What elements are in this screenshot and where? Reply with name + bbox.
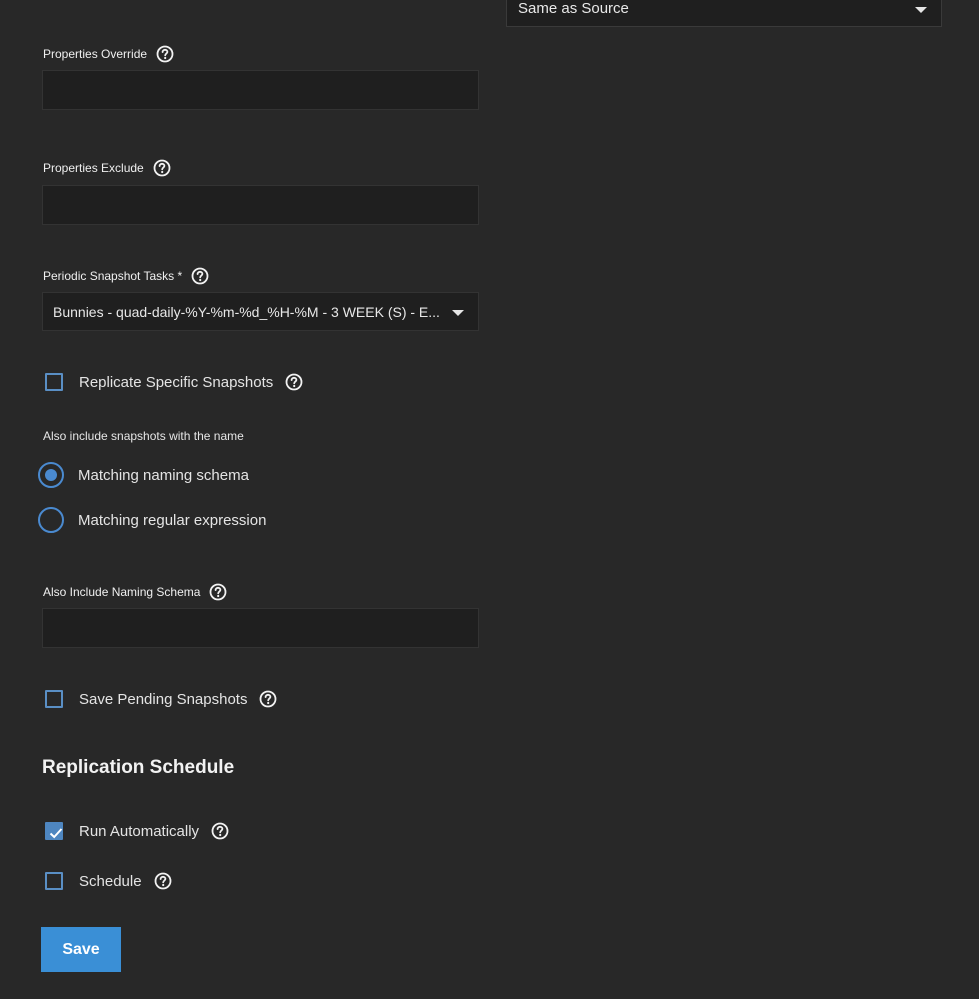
save-pending-snapshots-checkbox[interactable] [45,690,63,708]
transport-select[interactable]: Same as Source [506,0,942,27]
chevron-down-icon [915,7,927,13]
run-automatically-checkbox[interactable] [45,822,63,840]
replicate-specific-snapshots-checkbox[interactable] [45,373,63,391]
properties-override-input[interactable] [42,70,479,110]
save-pending-snapshots-label: Save Pending Snapshots [79,690,248,708]
schedule-label: Schedule [79,872,142,890]
also-include-naming-schema-input[interactable] [42,608,479,648]
chevron-down-icon [452,310,464,316]
periodic-snapshot-tasks-value: Bunnies - quad-daily-%Y-%m-%d_%H-%M - 3 … [53,304,440,320]
radio-button[interactable] [38,507,64,533]
help-icon[interactable] [209,583,227,601]
properties-exclude-label: Properties Exclude [43,159,171,177]
also-include-naming-schema-label-text: Also Include Naming Schema [43,585,201,599]
run-automatically-row: Run Automatically [45,822,229,840]
help-icon[interactable] [156,45,174,63]
checkmark-icon [49,828,63,839]
help-icon[interactable] [259,690,277,708]
help-icon[interactable] [154,872,172,890]
schedule-row: Schedule [45,872,172,890]
properties-override-label: Properties Override [43,45,174,63]
save-pending-snapshots-row: Save Pending Snapshots [45,690,277,708]
help-icon[interactable] [285,373,303,391]
help-icon[interactable] [211,822,229,840]
periodic-snapshot-tasks-label-text: Periodic Snapshot Tasks * [43,269,183,283]
radio-matching-regular-expression[interactable]: Matching regular expression [38,507,266,533]
properties-exclude-label-text: Properties Exclude [43,161,144,175]
properties-exclude-input[interactable] [42,185,479,225]
properties-override-label-text: Properties Override [43,47,148,61]
replicate-specific-snapshots-label: Replicate Specific Snapshots [79,373,274,391]
replication-form: Same as Source Properties Override Prope… [0,0,979,999]
help-icon[interactable] [191,267,209,285]
radio-label: Matching naming schema [78,466,249,484]
replicate-specific-snapshots-row: Replicate Specific Snapshots [45,373,303,391]
radio-button-selected[interactable] [38,462,64,488]
save-button[interactable]: Save [41,927,121,972]
help-icon[interactable] [153,159,171,177]
schedule-checkbox[interactable] [45,872,63,890]
also-include-label: Also include snapshots with the name [43,429,244,443]
also-include-naming-schema-label: Also Include Naming Schema [43,583,227,601]
radio-label: Matching regular expression [78,511,267,529]
replication-schedule-title: Replication Schedule [42,757,235,778]
periodic-snapshot-tasks-select[interactable]: Bunnies - quad-daily-%Y-%m-%d_%H-%M - 3 … [42,292,479,331]
periodic-snapshot-tasks-label: Periodic Snapshot Tasks * [43,267,209,285]
transport-select-value: Same as Source [518,0,629,17]
run-automatically-label: Run Automatically [79,822,200,840]
radio-matching-naming-schema[interactable]: Matching naming schema [38,462,249,488]
